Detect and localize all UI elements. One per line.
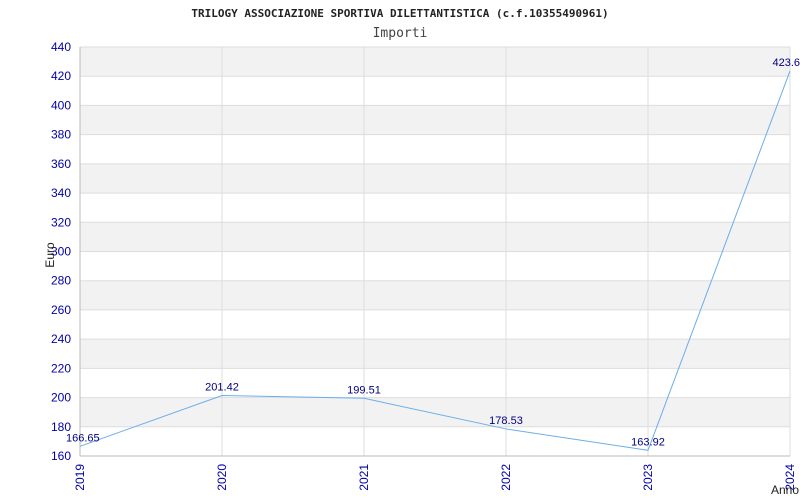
chart-title: TRILOGY ASSOCIAZIONE SPORTIVA DILETTANTI… — [191, 7, 608, 20]
y-tick-label: 160 — [51, 449, 71, 463]
y-tick-label: 200 — [51, 391, 71, 405]
data-label: 199.51 — [347, 384, 381, 396]
x-tick-label: 2020 — [215, 464, 229, 491]
x-tick-label: 2023 — [641, 464, 655, 491]
y-tick-label: 260 — [51, 303, 71, 317]
y-tick-label: 320 — [51, 215, 71, 229]
y-tick-label: 380 — [51, 128, 71, 142]
x-axis-label: Anno — [771, 483, 799, 497]
data-label: 166.65 — [66, 432, 100, 444]
y-tick-label: 280 — [51, 274, 71, 288]
data-label: 163.92 — [631, 436, 665, 448]
grid-band — [80, 251, 790, 281]
grid-band — [80, 47, 790, 77]
y-axis-label: Euro — [43, 242, 57, 268]
y-tick-label: 400 — [51, 98, 71, 112]
x-tick-label: 2019 — [73, 464, 87, 491]
grid-band — [80, 426, 790, 456]
chart-subtitle: Importi — [373, 26, 428, 41]
x-tick-label: 2022 — [499, 464, 513, 491]
x-tick-label: 2021 — [357, 464, 371, 491]
data-label: 178.53 — [489, 415, 523, 427]
grid-band — [80, 193, 790, 223]
grid-band — [80, 163, 790, 194]
grid-band — [80, 397, 790, 427]
grid-band — [80, 105, 790, 135]
grid-band — [80, 339, 790, 369]
grid-band — [80, 368, 790, 398]
y-tick-label: 220 — [51, 361, 71, 375]
grid-band — [80, 76, 790, 106]
grid-band — [80, 280, 790, 310]
y-tick-label: 360 — [51, 157, 71, 171]
y-tick-label: 440 — [51, 40, 71, 54]
data-label: 201.42 — [205, 381, 239, 393]
data-label: 423.6 — [772, 57, 800, 69]
grid-band — [80, 222, 790, 252]
y-tick-label: 240 — [51, 332, 71, 346]
x-tick-labels: 2019 2020 2021 2022 2023 2024 — [73, 464, 797, 491]
y-tick-label: 340 — [51, 186, 71, 200]
line-chart: 1601802002202402602803003203403603804004… — [43, 7, 800, 497]
grid-band — [80, 134, 790, 164]
grid-band — [80, 309, 790, 340]
y-tick-label: 420 — [51, 69, 71, 83]
